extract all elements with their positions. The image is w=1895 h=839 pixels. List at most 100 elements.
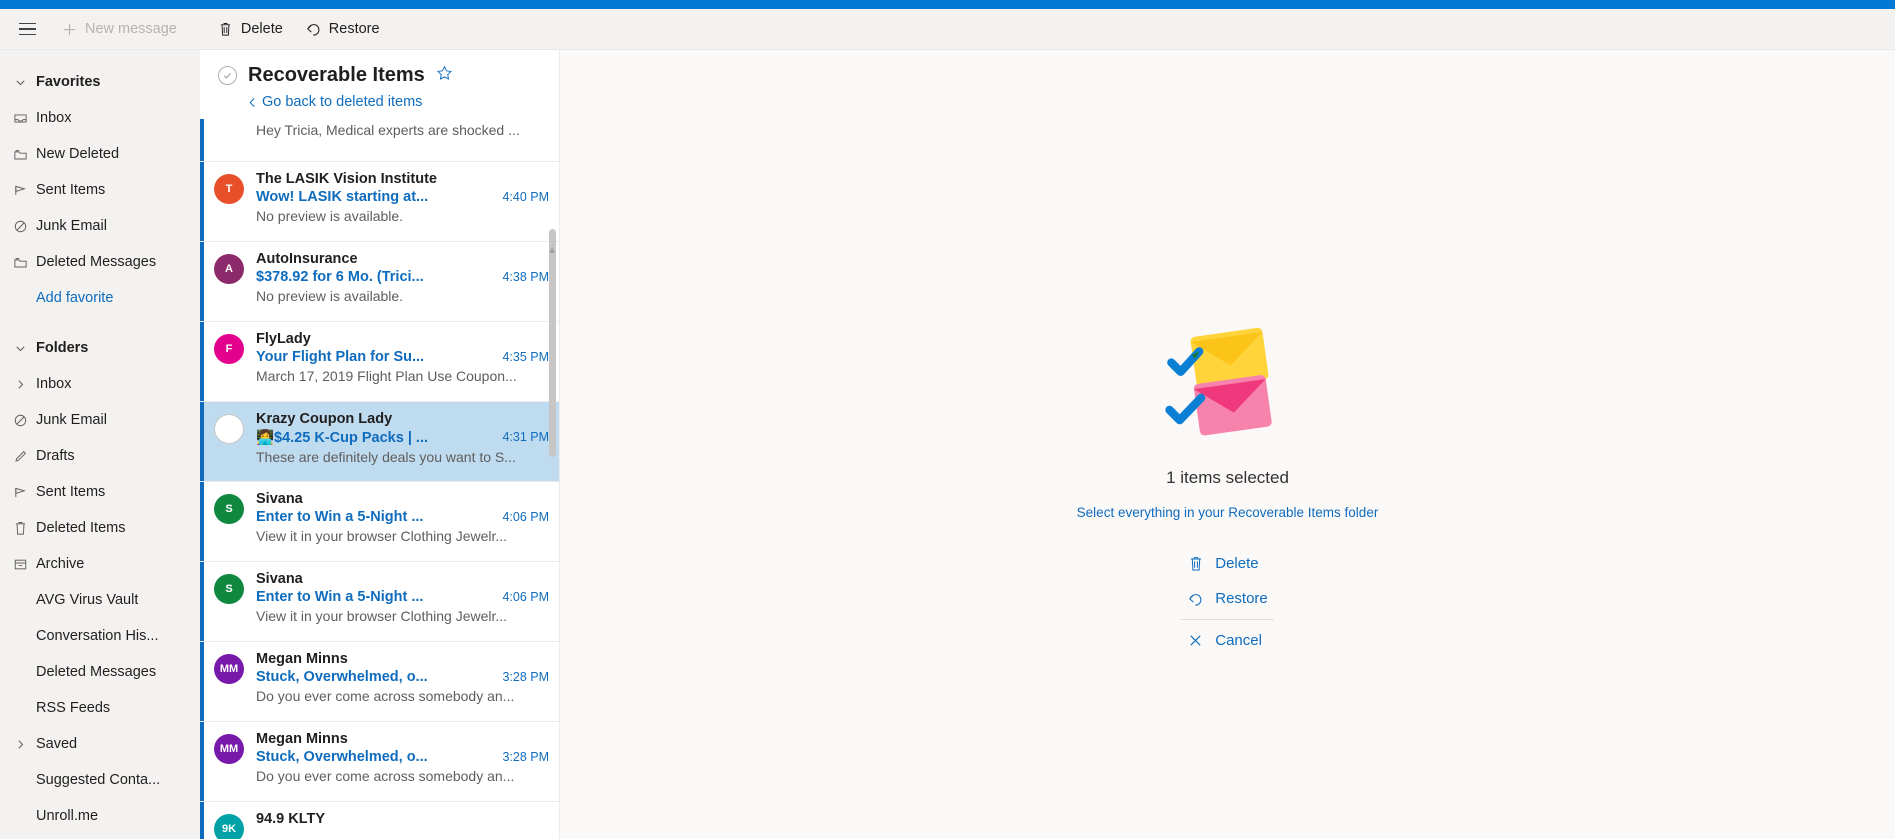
delete-action-button[interactable]: Delete — [1171, 546, 1284, 581]
sidebar-folder-suggested-contacts[interactable]: Suggested Conta... — [0, 762, 200, 798]
message-subject-row: $378.92 for 6 Mo. (Trici... 4:38 PM — [256, 269, 549, 285]
message-sender-row: The LASIK Vision Institute — [256, 171, 549, 187]
sidebar-group-favorites[interactable]: Favorites — [0, 64, 200, 100]
add-favorite-label: Add favorite — [36, 290, 114, 306]
sidebar-item-junk-email[interactable]: Junk Email — [0, 208, 200, 244]
folder-title-row: Recoverable Items — [218, 64, 541, 87]
message-subject: Your Flight Plan for Su... — [256, 349, 425, 365]
list-item[interactable]: S Sivana Enter to Win a 5-Night ... 4:06… — [200, 562, 559, 642]
new-message-button[interactable]: New message — [50, 13, 188, 45]
sidebar-folder-avg-virus-vault-label: AVG Virus Vault — [36, 592, 139, 608]
sidebar-folder-sent-items[interactable]: Sent Items — [0, 474, 200, 510]
sidebar-folder-deleted-messages[interactable]: Deleted Messages — [0, 654, 200, 690]
message-body: Krazy Coupon Lady 👩‍💻$4.25 K-Cup Packs |… — [256, 411, 549, 470]
list-item[interactable]: S Sivana Enter to Win a 5-Night ... 4:06… — [200, 482, 559, 562]
message-timestamp: 4:06 PM — [502, 590, 549, 604]
sidebar-folder-drafts[interactable]: Drafts — [0, 438, 200, 474]
sidebar-folder-unrollme-label: Unroll.me — [36, 808, 99, 824]
select-all-circle-icon[interactable] — [218, 66, 237, 85]
sidebar-item-inbox[interactable]: Inbox — [0, 100, 200, 136]
hamburger-icon[interactable] — [10, 12, 44, 46]
chevron-right-icon[interactable] — [4, 378, 36, 391]
list-item[interactable]: Hey Tricia, Medical experts are shocked … — [200, 119, 559, 162]
cancel-action-button[interactable]: Cancel — [1171, 623, 1284, 658]
message-preview: March 17, 2019 Flight Plan Use Coupon... — [256, 368, 517, 384]
send-icon — [4, 183, 36, 198]
sidebar-folder-rss-feeds[interactable]: RSS Feeds — [0, 690, 200, 726]
message-sender-row: FlyLady — [256, 331, 549, 347]
new-message-label: New message — [85, 21, 177, 37]
list-item[interactable]: MM Megan Minns Stuck, Overwhelmed, o... … — [200, 642, 559, 722]
sidebar-item-sent-items-label: Sent Items — [36, 182, 106, 198]
sidebar-folder-deleted-messages-label: Deleted Messages — [36, 664, 157, 680]
message-sender: The LASIK Vision Institute — [256, 171, 437, 187]
sidebar-folder-saved[interactable]: Saved — [0, 726, 200, 762]
message-subject-row: Stuck, Overwhelmed, o... 3:28 PM — [256, 749, 549, 765]
list-item-selected[interactable]: Krazy Coupon Lady 👩‍💻$4.25 K-Cup Packs |… — [200, 402, 559, 482]
list-item[interactable]: MM Megan Minns Stuck, Overwhelmed, o... … — [200, 722, 559, 802]
list-item[interactable]: 9K 94.9 KLTY — [200, 802, 559, 839]
avatar-initials: MM — [219, 663, 239, 675]
message-preview: View it in your browser Clothing Jewelr.… — [256, 608, 508, 624]
message-subject: $378.92 for 6 Mo. (Trici... — [256, 269, 424, 285]
chevron-right-icon[interactable] — [4, 738, 36, 751]
sidebar-folder-avg-virus-vault[interactable]: AVG Virus Vault — [0, 582, 200, 618]
sidebar-item-junk-email-label: Junk Email — [36, 218, 107, 234]
close-icon — [1187, 633, 1204, 648]
list-item[interactable]: F FlyLady Your Flight Plan for Su... 4:3… — [200, 322, 559, 402]
message-sender-row: Sivana — [256, 491, 549, 507]
message-body: The LASIK Vision Institute Wow! LASIK st… — [256, 171, 549, 230]
sidebar-folder-junk-email[interactable]: Junk Email — [0, 402, 200, 438]
avatar: T — [214, 174, 244, 204]
message-preview: These are definitely deals you want to S… — [256, 449, 516, 465]
reading-pane: 1 items selected Select everything in yo… — [560, 50, 1895, 839]
sidebar-folder-archive-label: Archive — [36, 556, 85, 572]
message-timestamp: 3:28 PM — [502, 670, 549, 684]
sidebar-item-deleted-messages-label: Deleted Messages — [36, 254, 157, 270]
avatar-initials: MM — [219, 743, 239, 755]
plus-icon — [61, 21, 78, 38]
message-sender-row: Megan Minns — [256, 731, 549, 747]
message-sender-row: AutoInsurance — [256, 251, 549, 267]
bulk-actions-list: Delete Restore Cancel — [1171, 546, 1284, 658]
message-subject-row: 👩‍💻$4.25 K-Cup Packs | ... 4:31 PM — [256, 429, 549, 446]
avatar: MM — [214, 654, 244, 684]
cancel-action-label: Cancel — [1215, 632, 1262, 649]
sidebar-folder-inbox[interactable]: Inbox — [0, 366, 200, 402]
avatar: S — [214, 494, 244, 524]
star-icon[interactable] — [436, 65, 453, 87]
message-list-scroll[interactable]: Hey Tricia, Medical experts are shocked … — [200, 119, 559, 839]
message-subject-row: Enter to Win a 5-Night ... 4:06 PM — [256, 509, 549, 525]
message-subject: Enter to Win a 5-Night ... — [256, 589, 424, 605]
send-icon — [4, 485, 36, 500]
select-everything-link[interactable]: Select everything in your Recoverable It… — [1077, 505, 1379, 520]
message-preview: Do you ever come across somebody an... — [256, 768, 515, 784]
sidebar-folder-saved-label: Saved — [36, 736, 78, 752]
sidebar-folder-unrollme[interactable]: Unroll.me — [0, 798, 200, 834]
message-sender: Megan Minns — [256, 651, 348, 667]
restore-icon — [305, 21, 322, 38]
message-subject-row: Stuck, Overwhelmed, o... 3:28 PM — [256, 669, 549, 685]
toolbar-delete-button[interactable]: Delete — [206, 13, 294, 45]
sidebar-folder-deleted-items[interactable]: Deleted Items — [0, 510, 200, 546]
sidebar-item-new-deleted[interactable]: New Deleted — [0, 136, 200, 172]
go-back-link[interactable]: Go back to deleted items — [248, 94, 541, 110]
message-list-scrollbar[interactable] — [549, 229, 556, 457]
sidebar-item-deleted-messages[interactable]: Deleted Messages — [0, 244, 200, 280]
avatar-checkbox[interactable] — [214, 414, 244, 444]
sidebar-group-folders[interactable]: Folders — [0, 330, 200, 366]
sidebar-item-sent-items[interactable]: Sent Items — [0, 172, 200, 208]
toolbar-restore-button[interactable]: Restore — [294, 13, 391, 45]
restore-action-button[interactable]: Restore — [1171, 581, 1284, 616]
sidebar-folder-conversation-history-label: Conversation His... — [36, 628, 159, 644]
add-favorite-button[interactable]: Add favorite — [0, 280, 200, 316]
sidebar-folder-archive[interactable]: Archive — [0, 546, 200, 582]
block-icon — [4, 219, 36, 234]
list-item[interactable]: T The LASIK Vision Institute Wow! LASIK … — [200, 162, 559, 242]
sidebar-folder-conversation-history[interactable]: Conversation His... — [0, 618, 200, 654]
scroll-up-arrow-icon[interactable]: ▲ — [547, 245, 557, 256]
list-item[interactable]: A AutoInsurance $378.92 for 6 Mo. (Trici… — [200, 242, 559, 322]
folder-icon — [4, 147, 36, 162]
message-preview: No preview is available. — [256, 208, 404, 224]
message-timestamp: 3:28 PM — [502, 750, 549, 764]
